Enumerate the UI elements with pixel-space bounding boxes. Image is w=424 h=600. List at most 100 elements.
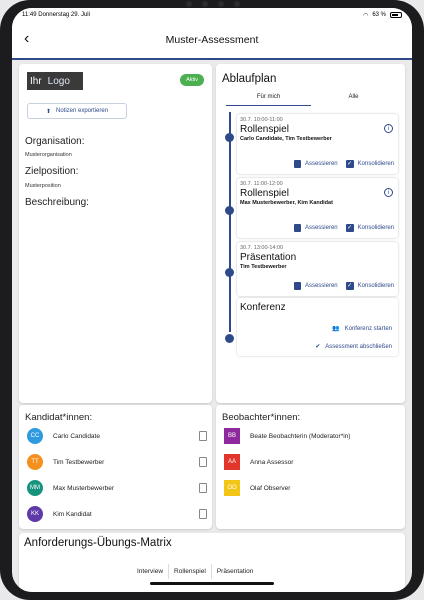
- event-participants: Carlo Candidate, Tim Testbewerber: [240, 136, 332, 142]
- group-icon: 👥: [332, 326, 340, 332]
- status-date: Donnerstag 29. Juli: [38, 12, 90, 18]
- list-item[interactable]: CC Carlo Candidate: [27, 427, 207, 445]
- device-frame: 11:49 Donnerstag 29. Juli ◠ 63 % ‹ Muste…: [0, 0, 424, 600]
- timeline-dot: [225, 133, 234, 142]
- matrix-columns: Interview Rollenspiel Präsentation: [132, 564, 258, 579]
- assess-label: Assessieren: [304, 161, 338, 167]
- assessment-info-card: Ihr Logo Aktiv ⬆ Notizen exportieren Org…: [19, 64, 212, 403]
- timeline-line: [229, 112, 231, 332]
- conference-title: Konferenz: [240, 302, 286, 313]
- info-icon[interactable]: i: [384, 124, 393, 133]
- wifi-icon: ◠: [363, 12, 369, 19]
- schedule-event[interactable]: 30.7. 13:00-14:00 Präsentation Tim Testb…: [237, 242, 398, 296]
- battery-icon: [390, 12, 402, 18]
- checkbox-icon: ✓: [345, 224, 354, 232]
- observers-card: Beobachter*innen: BB Beate Beobachterin …: [216, 405, 405, 529]
- checkbox-icon: ✓: [345, 160, 354, 168]
- status-bar: 11:49 Donnerstag 29. Juli ◠ 63 %: [12, 8, 412, 22]
- matrix-column-rollenspiel: Rollenspiel: [169, 564, 212, 579]
- consolidate-label: Konsolidieren: [357, 283, 394, 289]
- matrix-column-praesentation: Präsentation: [216, 568, 254, 575]
- observers-title: Beobachter*innen:: [222, 412, 301, 423]
- avatar: MM: [27, 480, 43, 496]
- candidate-name: Carlo Candidate: [53, 432, 100, 440]
- status-time: 11:49: [22, 12, 37, 18]
- avatar: KK: [27, 506, 43, 522]
- double-check-icon: ✔: [315, 344, 321, 350]
- event-time: 30.7. 13:00-14:00: [240, 245, 284, 251]
- document-icon: [293, 160, 301, 168]
- assess-button[interactable]: Assessieren: [293, 282, 338, 290]
- conference-item: Konferenz 👥 Konferenz starten ✔ Assessment…: [237, 298, 398, 356]
- finish-assessment-button[interactable]: ✔ Assessment abschließen: [315, 343, 392, 351]
- schedule-event[interactable]: 30.7. 11:00-12:00 Rollenspiel Max Muster…: [237, 178, 398, 238]
- ziel-label: Zielposition:: [25, 166, 79, 177]
- page-title: Muster-Assessment: [165, 34, 259, 46]
- matrix-column-interview: Interview: [132, 564, 170, 579]
- screen: 11:49 Donnerstag 29. Juli ◠ 63 % ‹ Muste…: [12, 8, 412, 592]
- info-icon[interactable]: i: [384, 188, 393, 197]
- event-name: Rollenspiel: [240, 188, 289, 199]
- list-item[interactable]: BB Beate Beobachterin (Moderator*in): [224, 427, 404, 445]
- list-item[interactable]: TT Tim Testbewerber: [27, 453, 207, 471]
- timeline-dot: [225, 206, 234, 215]
- finish-assessment-label: Assessment abschließen: [325, 343, 392, 350]
- company-logo: Ihr Logo: [27, 72, 83, 90]
- document-icon[interactable]: [199, 509, 207, 519]
- timeline-dot: [225, 334, 234, 343]
- start-conference-button[interactable]: 👥 Konferenz starten: [332, 325, 392, 333]
- start-conference-label: Konferenz starten: [344, 325, 392, 332]
- event-participants: Tim Testbewerber: [240, 264, 287, 270]
- consolidate-label: Konsolidieren: [357, 161, 394, 167]
- observer-name: Olaf Observer: [250, 484, 291, 492]
- tab-fuer-mich[interactable]: Für mich: [226, 90, 311, 106]
- event-time: 30.7. 10:00-11:00: [240, 117, 283, 123]
- home-indicator[interactable]: [150, 582, 274, 585]
- avatar: CC: [27, 428, 43, 444]
- avatar: AA: [224, 454, 240, 470]
- schedule-event[interactable]: 30.7. 10:00-11:00 Rollenspiel Carlo Cand…: [237, 114, 398, 174]
- candidate-name: Kim Kandidat: [53, 510, 92, 518]
- consolidate-label: Konsolidieren: [357, 225, 394, 231]
- candidates-card: Kandidat*innen: CC Carlo Candidate TT Ti…: [19, 405, 212, 529]
- observer-name: Anna Assessor: [250, 458, 294, 466]
- assess-label: Assessieren: [304, 225, 338, 231]
- timeline-dot: [225, 268, 234, 277]
- org-label: Organisation:: [25, 136, 85, 147]
- description-label: Beschreibung:: [25, 197, 89, 208]
- document-icon[interactable]: [199, 457, 207, 467]
- nav-bar: ‹ Muster-Assessment: [12, 22, 412, 60]
- tab-alle[interactable]: Alle: [311, 90, 396, 106]
- document-icon[interactable]: [199, 483, 207, 493]
- assess-button[interactable]: Assessieren: [293, 224, 338, 232]
- candidate-name: Tim Testbewerber: [53, 458, 105, 466]
- list-item[interactable]: MM Max Musterbewerber: [27, 479, 207, 497]
- org-value: Musterorganisation: [25, 152, 72, 158]
- list-item[interactable]: AA Anna Assessor: [224, 453, 404, 471]
- avatar: OO: [224, 480, 240, 496]
- assess-label: Assessieren: [304, 283, 338, 289]
- event-name: Präsentation: [240, 252, 297, 263]
- logo-word2: Logo: [47, 75, 70, 87]
- logo-word1: Ihr: [30, 75, 42, 87]
- ziel-value: Musterposition: [25, 183, 61, 189]
- consolidate-button[interactable]: ✓ Konsolidieren: [345, 282, 394, 290]
- consolidate-button[interactable]: ✓ Konsolidieren: [345, 160, 394, 168]
- observer-name: Beate Beobachterin (Moderator*in): [250, 432, 351, 440]
- schedule-card: Ablaufplan Für mich Alle 30.7. 10:00-11:…: [216, 64, 405, 403]
- back-icon[interactable]: ‹: [24, 30, 29, 48]
- list-item[interactable]: KK Kim Kandidat: [27, 505, 207, 523]
- schedule-title: Ablaufplan: [222, 73, 277, 85]
- candidate-name: Max Musterbewerber: [53, 484, 115, 492]
- matrix-title: Anforderungs-Übungs-Matrix: [24, 537, 172, 549]
- list-item[interactable]: OO Olaf Observer: [224, 479, 404, 497]
- upload-icon: ⬆: [45, 108, 51, 115]
- assess-button[interactable]: Assessieren: [293, 160, 338, 168]
- avatar: BB: [224, 428, 240, 444]
- document-icon: [293, 282, 301, 290]
- consolidate-button[interactable]: ✓ Konsolidieren: [345, 224, 394, 232]
- document-icon[interactable]: [199, 431, 207, 441]
- event-participants: Max Musterbewerber, Kim Kandidat: [240, 200, 333, 206]
- export-notes-button[interactable]: ⬆ Notizen exportieren: [27, 103, 127, 119]
- avatar: TT: [27, 454, 43, 470]
